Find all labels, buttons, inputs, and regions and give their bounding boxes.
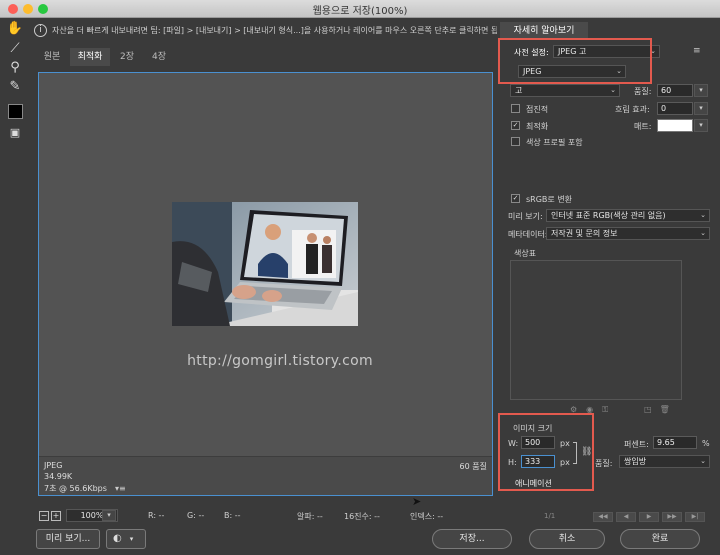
toggle-slices-icon[interactable]: ▣	[6, 124, 24, 142]
first-frame-button[interactable]: ◀◀	[593, 512, 613, 522]
blur-label: 흐림 효과:	[615, 105, 650, 114]
download-speed-menu-icon[interactable]: ▾≡	[115, 484, 126, 493]
chevron-down-icon[interactable]: ▾	[694, 84, 708, 97]
convert-srgb-label: sRGB로 변환	[526, 195, 573, 204]
trash-icon[interactable]: 🗑	[660, 405, 678, 414]
convert-srgb-checkbox[interactable]: ✓	[511, 194, 520, 203]
chevron-down-icon[interactable]: ▾	[694, 102, 708, 115]
play-button[interactable]: ▶	[639, 512, 659, 522]
browser-select-button[interactable]: ◐ ▾	[106, 529, 146, 549]
percent-field[interactable]: 9.65	[653, 436, 697, 449]
blur-field[interactable]: 0	[657, 102, 693, 115]
alpha-value-readout: 알파: --	[297, 512, 323, 521]
matte-label: 매트:	[634, 122, 652, 131]
progressive-checkbox[interactable]	[511, 104, 520, 113]
red-value-readout: R: --	[148, 511, 165, 520]
save-button[interactable]: 저장...	[432, 529, 512, 549]
preview-in-browser-button[interactable]: 미리 보기...	[36, 529, 100, 549]
eyedropper-color-swatch[interactable]	[8, 104, 23, 119]
title-bar: 웹용으로 저장(100%)	[0, 0, 720, 18]
embed-color-profile-checkbox[interactable]	[511, 137, 520, 146]
watermark-text: http://gomgirl.tistory.com	[187, 353, 373, 369]
color-table-label: 색상표	[514, 249, 537, 258]
embed-color-profile-label: 색상 프로필 포함	[526, 138, 583, 147]
optimized-checkbox[interactable]: ✓	[511, 121, 520, 130]
resample-quality-label: 품질:	[595, 459, 613, 468]
compression-quality-value: 고	[515, 86, 523, 95]
tool-strip: ✋ ⟋ ⚲ ✎ ▣	[0, 18, 30, 555]
last-frame-button[interactable]: ▶|	[685, 512, 705, 522]
download-time-text: 7초 @ 56.6Kbps	[44, 484, 107, 493]
compression-quality-dropdown[interactable]: 고 ⌄	[510, 84, 620, 97]
index-value-readout: 인덱스: --	[410, 512, 444, 521]
chevron-down-icon: ▾	[129, 535, 134, 543]
panel-menu-icon[interactable]: ≡	[693, 46, 701, 56]
progressive-label: 점진적	[526, 105, 549, 114]
window-title: 웹용으로 저장(100%)	[312, 6, 408, 17]
percent-unit: %	[702, 439, 710, 448]
slice-select-tool-icon[interactable]: ⟋	[6, 40, 24, 58]
color-table[interactable]	[510, 260, 682, 400]
info-icon: i	[34, 24, 47, 37]
chevron-down-icon[interactable]: ▾	[102, 510, 116, 521]
zoom-out-button[interactable]: −	[39, 511, 49, 521]
canvas-info-footer: JPEG 34.99K 7초 @ 56.6Kbps ▾≡ 60 품질	[39, 456, 492, 495]
metadata-value: 저작권 및 문의 정보	[551, 229, 618, 238]
info-tip-text: 자산을 더 빠르게 내보내려면 팁: [파일] > [내보내기] > [내보내기…	[52, 26, 516, 35]
page-indicator: 1/1	[544, 512, 556, 520]
preview-image	[172, 202, 358, 326]
color-table-actions: ◳🗑	[644, 405, 678, 414]
file-format-text: JPEG	[44, 461, 63, 470]
blue-value-readout: B: --	[224, 511, 241, 520]
image-size-highlight-box	[498, 413, 594, 491]
preset-highlight-box	[498, 38, 652, 84]
resample-quality-value: 쌍입방	[624, 457, 647, 466]
percent-label: 퍼센트:	[624, 440, 649, 449]
preview-image-graphic	[172, 202, 358, 326]
optimized-label: 최적화	[526, 122, 549, 131]
status-bar: − + 100% ▾ R: -- G: -- B: -- 알파: -- 16진수…	[30, 505, 496, 525]
hand-tool-icon[interactable]: ✋	[6, 20, 24, 38]
cancel-button[interactable]: 취소	[529, 529, 605, 549]
quality-text: 60 품질	[459, 462, 487, 471]
chevron-down-icon[interactable]: ▾	[694, 119, 708, 132]
lock-color-icon[interactable]: ⚿	[602, 405, 617, 414]
resample-quality-dropdown[interactable]: 쌍입방 ⌄	[619, 455, 710, 468]
tab-original[interactable]: 원본	[36, 48, 68, 66]
green-value-readout: G: --	[187, 511, 205, 520]
chevron-down-icon: ⌄	[700, 229, 706, 237]
tab-optimized[interactable]: 최적화	[70, 48, 110, 66]
zoom-tool-icon[interactable]: ⚲	[6, 59, 24, 77]
quality-label: 품질:	[634, 87, 652, 96]
hex-value-readout: 16진수: --	[344, 512, 380, 521]
eyedropper-tool-icon[interactable]: ✎	[6, 78, 24, 96]
preview-value: 인터넷 표준 RGB(색상 관리 없음)	[551, 211, 666, 220]
browser-icon: ◐	[113, 533, 122, 544]
file-size-text: 34.99K	[44, 472, 73, 481]
quality-field[interactable]: 60	[657, 84, 693, 97]
matte-color-swatch[interactable]	[657, 119, 693, 132]
info-bar: i 자산을 더 빠르게 내보내려면 팁: [파일] > [내보내기] > [내보…	[30, 18, 516, 44]
chevron-down-icon: ⌄	[700, 457, 706, 465]
metadata-dropdown[interactable]: 저작권 및 문의 정보 ⌄	[546, 227, 710, 240]
new-color-icon[interactable]: ◳	[644, 405, 660, 414]
done-button[interactable]: 완료	[620, 529, 700, 549]
tab-4-up[interactable]: 4장	[145, 48, 173, 66]
tab-2-up[interactable]: 2장	[113, 48, 141, 66]
chevron-down-icon: ⌄	[610, 86, 616, 94]
next-frame-button[interactable]: ▶▶	[662, 512, 682, 522]
previous-frame-button[interactable]: ◀	[616, 512, 636, 522]
preview-dropdown[interactable]: 인터넷 표준 RGB(색상 관리 없음) ⌄	[546, 209, 710, 222]
preview-label: 미리 보기:	[508, 212, 543, 221]
metadata-label: 메타데이터:	[508, 230, 548, 239]
chevron-down-icon: ⌄	[700, 211, 706, 219]
zoom-in-button[interactable]: +	[51, 511, 61, 521]
